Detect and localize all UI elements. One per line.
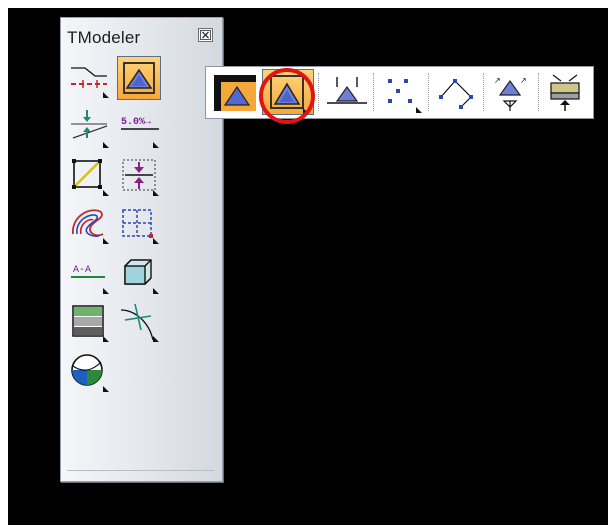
- flyout-points[interactable]: [376, 69, 428, 115]
- points-icon: [388, 79, 422, 113]
- layers-icon: [72, 305, 109, 342]
- flyout-separator: [483, 73, 485, 111]
- flyout-separator: [373, 73, 375, 111]
- toolbar-titlebar[interactable]: TModeler: [61, 18, 222, 50]
- flyout-surface-frame[interactable]: [209, 69, 261, 115]
- elevation-arrows-icon: [71, 110, 109, 148]
- cube-icon: [124, 259, 159, 294]
- close-icon: [200, 30, 211, 40]
- highlight-circle: [259, 68, 315, 124]
- tool-raise-lower[interactable]: [117, 154, 161, 198]
- contour-icon: [72, 209, 109, 244]
- flyout-elevation-points[interactable]: ↗ ↗: [486, 69, 538, 115]
- flyout-slab[interactable]: [541, 69, 593, 115]
- surface-frame-icon: [214, 75, 256, 111]
- svg-text:↗: ↗: [494, 76, 501, 85]
- tmodeler-toolbar: TModeler 5.0%→ A-A: [60, 17, 223, 482]
- tool-surface-from-points[interactable]: [117, 56, 161, 100]
- intersect-icon: [120, 303, 159, 342]
- surface-level-icon: [327, 77, 367, 104]
- breakline-icon: [71, 67, 109, 98]
- tool-boundary[interactable]: [67, 154, 111, 198]
- section-icon: A-A: [71, 265, 109, 294]
- sphere-icon: [71, 354, 109, 392]
- tool-grid-edit[interactable]: [117, 202, 161, 246]
- slab-icon: [550, 74, 580, 111]
- toolbar-title: TModeler: [67, 28, 141, 47]
- flyout-separator: [538, 73, 540, 111]
- tool-slope-label[interactable]: 5.0%→: [117, 106, 161, 150]
- elevation-points-icon: ↗ ↗: [494, 76, 527, 111]
- diagonal-box-icon: [72, 159, 109, 196]
- slope-label-icon: 5.0%→: [121, 117, 159, 148]
- toolbar-bottom-divider: [67, 470, 214, 471]
- grid-edit-icon: [122, 209, 159, 244]
- flyout-separator: [428, 73, 430, 111]
- tool-3d-view[interactable]: [117, 252, 161, 296]
- polyline-points-icon: [439, 79, 473, 109]
- flyout-surface-level[interactable]: [321, 69, 373, 115]
- tool-intersect[interactable]: [117, 300, 161, 344]
- tool-section[interactable]: A-A: [67, 252, 111, 296]
- tool-contours[interactable]: [67, 202, 111, 246]
- surface-triangle-icon: [123, 62, 155, 94]
- tool-breaklines[interactable]: [67, 56, 111, 100]
- section-label-text: A-A: [73, 265, 91, 276]
- raise-lower-icon: [122, 159, 159, 196]
- flyout-separator: [318, 73, 320, 111]
- tool-layers[interactable]: [67, 300, 111, 344]
- close-button[interactable]: [198, 28, 213, 42]
- tool-sphere[interactable]: [67, 350, 111, 394]
- tool-elevation-adjust[interactable]: [67, 106, 111, 150]
- svg-text:↗: ↗: [520, 76, 527, 85]
- flyout-polyline[interactable]: [431, 69, 483, 115]
- slope-label-text: 5.0%→: [121, 117, 151, 128]
